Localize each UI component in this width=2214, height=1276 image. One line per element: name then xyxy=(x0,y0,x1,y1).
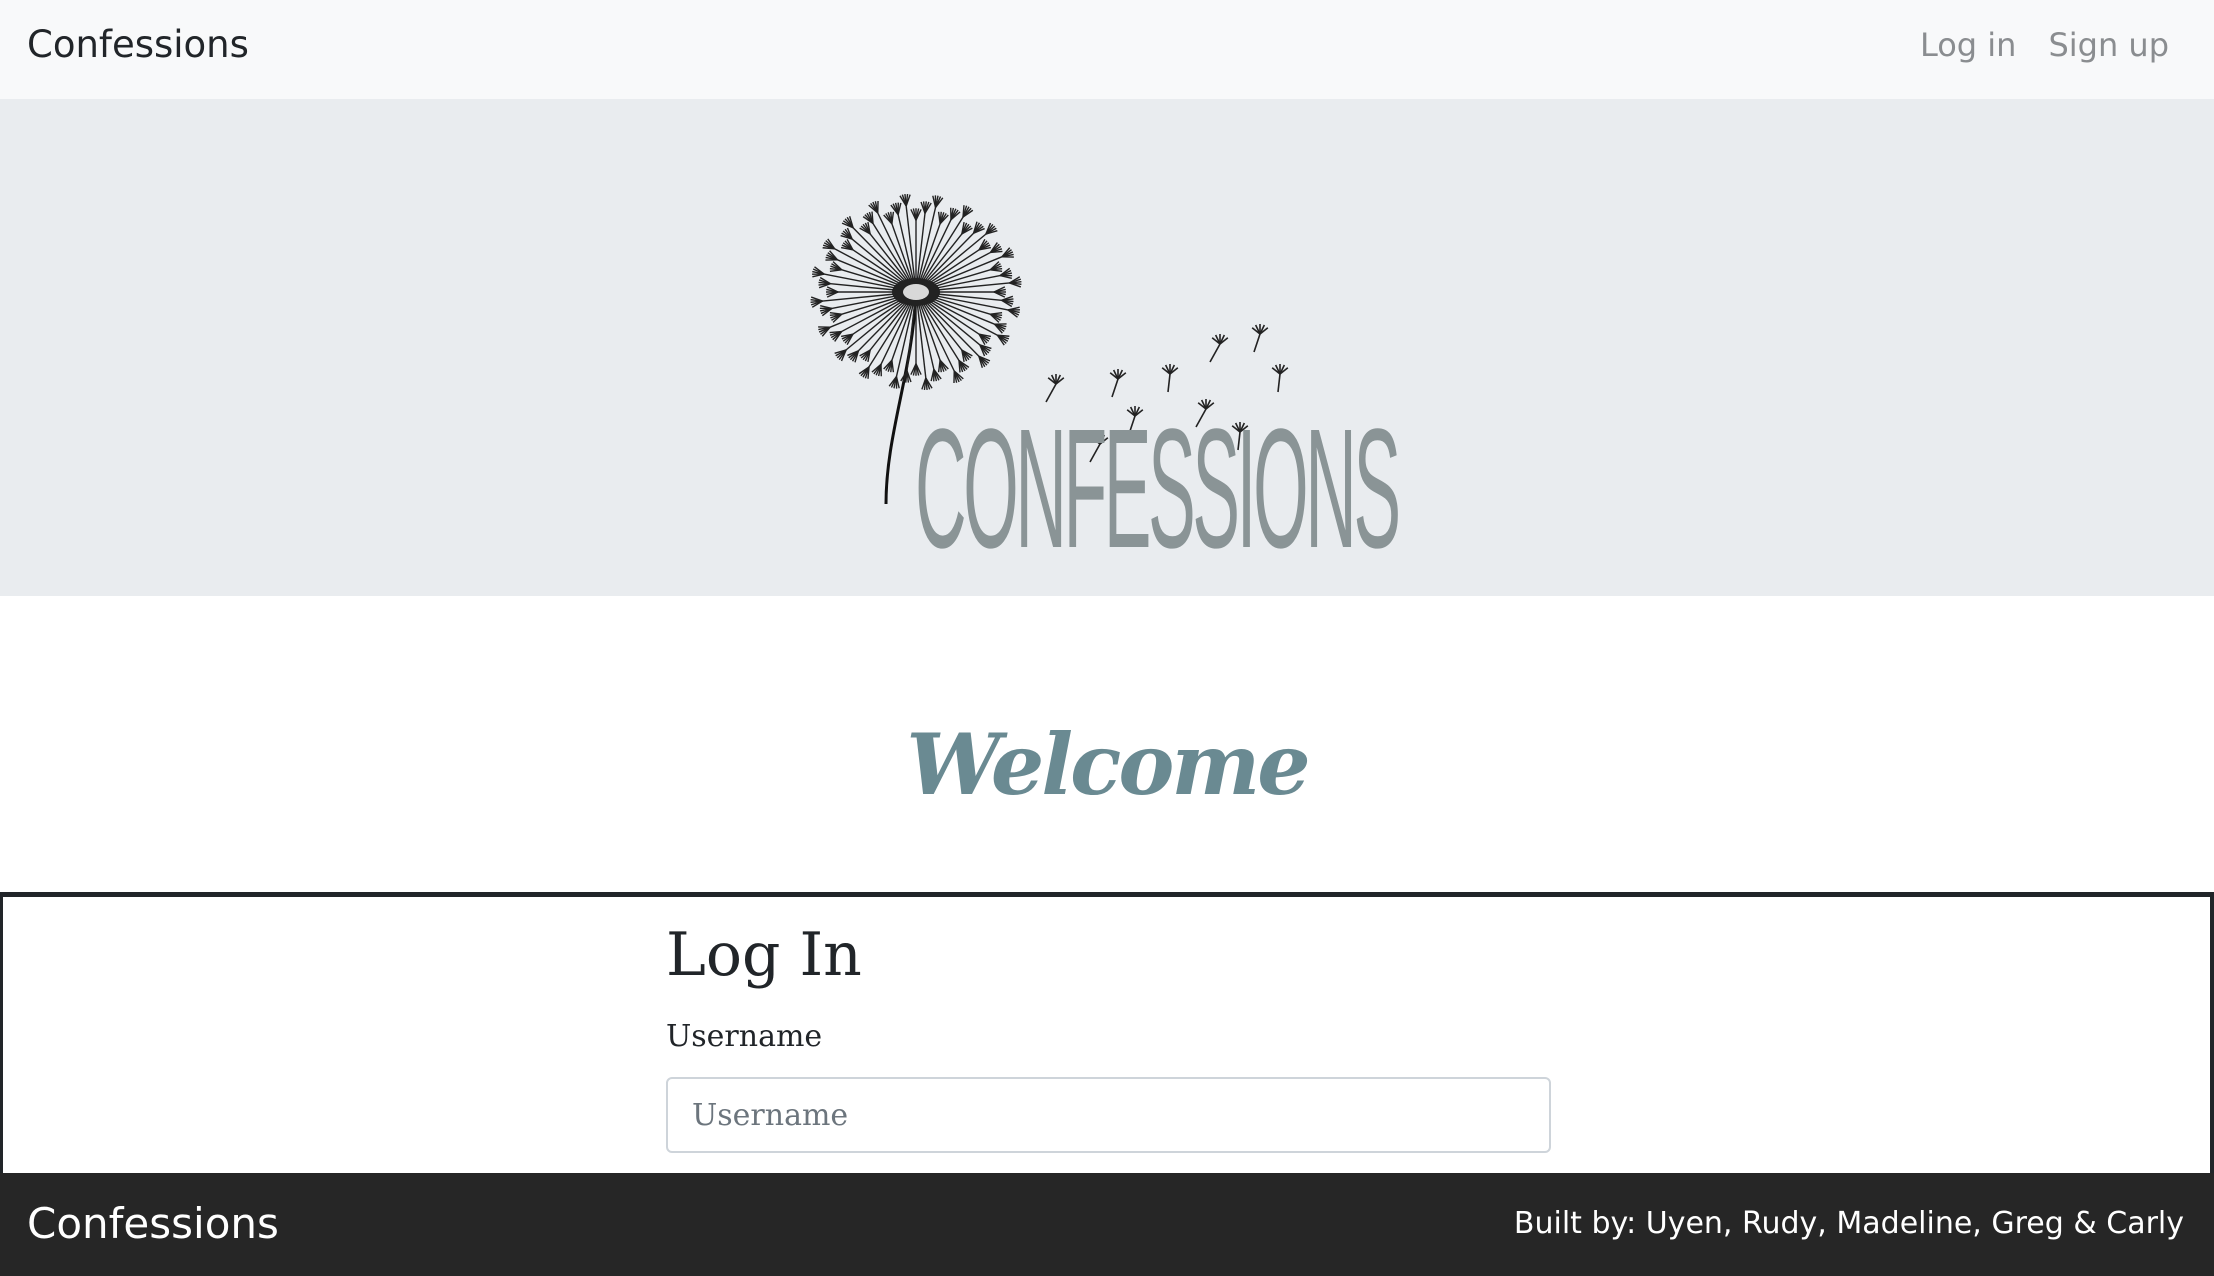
username-input[interactable] xyxy=(666,1077,1551,1153)
logo-wordmark: CONFESSIONS xyxy=(915,394,1401,584)
welcome-heading: Welcome xyxy=(906,715,1310,814)
login-form-section: Log In Username xyxy=(0,892,2214,1173)
footer-brand: Confessions xyxy=(27,1199,279,1248)
hero-banner: CONFESSIONS xyxy=(0,99,2214,596)
navbar-links: Log in Sign up xyxy=(1920,18,2169,72)
login-link[interactable]: Log in xyxy=(1920,18,2017,72)
login-title: Log In xyxy=(666,920,862,990)
navbar-brand[interactable]: Confessions xyxy=(27,18,249,72)
username-label: Username xyxy=(666,1019,823,1054)
footer-credits: Built by: Uyen, Rudy, Madeline, Greg & C… xyxy=(1513,1206,2184,1241)
signup-link[interactable]: Sign up xyxy=(2048,18,2169,72)
page-footer: Confessions Built by: Uyen, Rudy, Madeli… xyxy=(0,1173,2214,1276)
confessions-logo: CONFESSIONS xyxy=(800,194,1420,574)
top-navbar: Confessions Log in Sign up xyxy=(0,0,2214,99)
